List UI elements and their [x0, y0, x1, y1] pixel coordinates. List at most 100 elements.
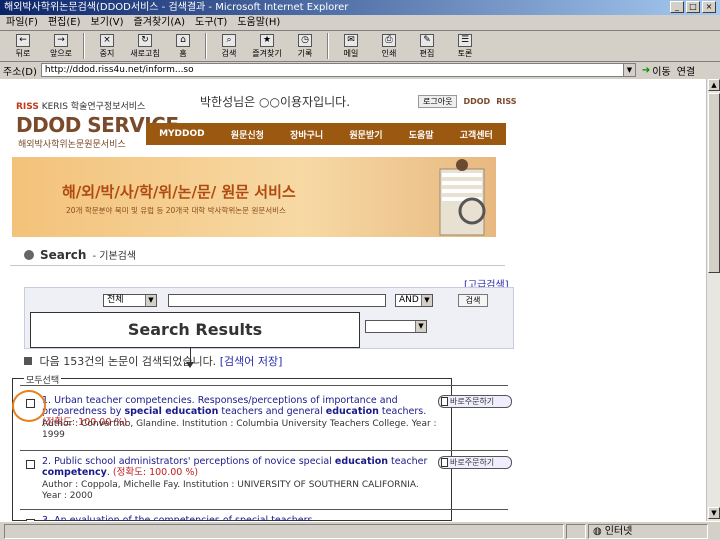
- main-nav: MYDDOD 원문신청 장바구니 원문받기 도움말 고객센터: [146, 123, 506, 145]
- menu-file[interactable]: 파일(F): [6, 15, 38, 30]
- top-link-riss[interactable]: RISS: [496, 97, 516, 106]
- status-message: [4, 523, 564, 539]
- forward-arrow-icon: →: [54, 34, 68, 47]
- toolbar-separator: [205, 33, 207, 59]
- operator-select[interactable]: AND ▼: [395, 294, 433, 307]
- close-button[interactable]: ×: [702, 1, 716, 13]
- toolbar-button[interactable]: ⎙ 인쇄: [370, 31, 408, 62]
- search-subtitle: - 기본검색: [92, 251, 137, 262]
- toolbar-button[interactable]: ← 뒤로: [4, 31, 42, 62]
- chevron-down-icon[interactable]: ▼: [622, 64, 635, 76]
- relevance-score: (정확도: 100.00 %): [112, 467, 199, 478]
- document-icon: [441, 458, 448, 467]
- nav-download[interactable]: 원문받기: [349, 128, 382, 141]
- search-results-callout: Search Results: [30, 312, 360, 348]
- edit-icon: ✎: [420, 34, 434, 47]
- discuss-icon: ☰: [458, 34, 472, 47]
- toolbar-button[interactable]: ★ 즐겨찾기: [248, 31, 286, 62]
- result-title-part: education: [325, 406, 379, 417]
- result-summary-post: 의 논문이 검색되었습니다.: [94, 355, 217, 368]
- keyword-input[interactable]: [168, 294, 386, 307]
- menu-tools[interactable]: 도구(T): [195, 15, 227, 30]
- toolbar-button[interactable]: ✉ 메일: [332, 31, 370, 62]
- print-icon: ⎙: [382, 34, 396, 47]
- search-heading: Search - 기본검색: [24, 247, 136, 262]
- order-now-button[interactable]: 바로주문하기: [438, 456, 512, 469]
- toolbar-button[interactable]: ✎ 편집: [408, 31, 446, 62]
- menu-help[interactable]: 도움말(H): [237, 15, 280, 30]
- chevron-down-icon: ▼: [145, 295, 156, 306]
- maximize-button[interactable]: □: [686, 1, 700, 13]
- divider: [20, 385, 508, 386]
- result-checkbox[interactable]: [26, 460, 35, 469]
- toolbar-button[interactable]: → 앞으로: [42, 31, 80, 62]
- result-title-part: special education: [124, 406, 219, 417]
- result-title-part: teachers.: [378, 406, 427, 417]
- scroll-down-icon[interactable]: ▼: [708, 507, 720, 519]
- checkbox-highlight-circle: [12, 390, 46, 422]
- search-icon: ⌕: [222, 34, 236, 47]
- toolbar-button-label: 앞으로: [49, 49, 73, 58]
- toolbar-button-label: 뒤로: [15, 49, 31, 58]
- order-now-button[interactable]: 바로주문하기: [438, 395, 512, 408]
- order-now-label: 바로주문하기: [450, 458, 495, 467]
- nav-myddod[interactable]: MYDDOD: [159, 129, 205, 139]
- toolbar: ← 뒤로 → 앞으로 × 중지 ↻ 새로고침 ⌂ 홈 ⌕ 검색 ★ 즐겨찾기 ◷ 기록 ✉ 메일 ⎙ 인쇄 ✎ 편집 ☰ 토론: [0, 31, 720, 62]
- ddod-logo-subtitle: 해외박사학위논문원문서비스: [18, 140, 126, 150]
- chevron-down-icon: ▼: [421, 295, 432, 306]
- result-summary-pre: 다음: [39, 355, 60, 368]
- divider: [10, 265, 505, 266]
- scroll-up-icon[interactable]: ▲: [708, 79, 720, 91]
- status-zone: ◍ 인터넷: [588, 523, 708, 539]
- nav-help[interactable]: 도움말: [409, 128, 434, 141]
- top-link-ddod[interactable]: DDOD: [463, 97, 490, 106]
- address-bar: 주소(D) http://ddod.riss4u.net/inform...so…: [0, 62, 720, 78]
- refresh-icon: ↻: [138, 34, 152, 47]
- toolbar-button[interactable]: ↻ 새로고침: [126, 31, 164, 62]
- status-bar: ◍ 인터넷: [0, 521, 720, 540]
- toolbar-button[interactable]: ⌕ 검색: [210, 31, 248, 62]
- minimize-button[interactable]: _: [670, 1, 684, 13]
- welcome-message: 박한성님은 ○○이용자입니다.: [200, 95, 351, 109]
- operator-select-value: AND: [399, 295, 419, 305]
- keris-logo: RISS KERIS 학술연구정보서비스: [16, 99, 145, 112]
- toolbar-button[interactable]: ◷ 기록: [286, 31, 324, 62]
- menu-view[interactable]: 보기(V): [91, 15, 124, 30]
- back-arrow-icon: ←: [16, 34, 30, 47]
- save-query-link[interactable]: [검색어 저장]: [220, 355, 283, 368]
- result-author-line: Author : Coppola, Michelle Fay. Institut…: [42, 480, 419, 501]
- result-summary: 다음 153건의 논문이 검색되었습니다. [검색어 저장]: [24, 353, 282, 369]
- menu-favorites[interactable]: 즐겨찾기(A): [134, 15, 185, 30]
- toolbar-button-label: 즐겨찾기: [252, 49, 282, 58]
- search-button[interactable]: 검색: [458, 294, 488, 307]
- address-input[interactable]: http://ddod.riss4u.net/inform...so ▼: [40, 63, 636, 77]
- nav-support[interactable]: 고객센터: [460, 128, 493, 141]
- toolbar-button[interactable]: ☰ 토론: [446, 31, 484, 62]
- mail-icon: ✉: [344, 34, 358, 47]
- nav-order[interactable]: 원문신청: [231, 128, 264, 141]
- address-label: 주소(D): [3, 66, 37, 78]
- window-title: 해외박사학위논문검색(DDOD서비스 - 검색결과 - Microsoft In…: [4, 2, 349, 13]
- go-button[interactable]: ➔ 이동: [642, 63, 671, 78]
- toolbar-button-label: 편집: [419, 49, 435, 58]
- menu-edit[interactable]: 편집(E): [48, 15, 81, 30]
- nav-cart[interactable]: 장바구니: [290, 128, 323, 141]
- vertical-scrollbar[interactable]: ▲ ▼: [706, 79, 720, 521]
- toolbar-button-label: 기록: [297, 49, 313, 58]
- toolbar-button[interactable]: × 중지: [88, 31, 126, 62]
- toolbar-separator: [83, 33, 85, 59]
- result-title[interactable]: 2. Public school administrators' percept…: [42, 456, 437, 478]
- go-label: 이동: [652, 66, 671, 78]
- logout-button[interactable]: 로그아웃: [418, 95, 458, 108]
- secondary-select[interactable]: ▼: [365, 320, 427, 333]
- field-select[interactable]: 전체 ▼: [103, 294, 157, 307]
- toolbar-button[interactable]: ⌂ 홈: [164, 31, 202, 62]
- keris-label: KERIS 학술연구정보서비스: [41, 102, 146, 112]
- window-titlebar[interactable]: 해외박사학위논문검색(DDOD서비스 - 검색결과 - Microsoft In…: [0, 0, 720, 15]
- go-arrow-icon: ➔: [641, 64, 651, 76]
- result-count: 153건: [63, 355, 95, 368]
- links-button[interactable]: 연결: [677, 63, 695, 78]
- bullet-square-icon: [24, 357, 32, 365]
- scroll-thumb[interactable]: [708, 93, 720, 273]
- result-divider: [20, 450, 508, 451]
